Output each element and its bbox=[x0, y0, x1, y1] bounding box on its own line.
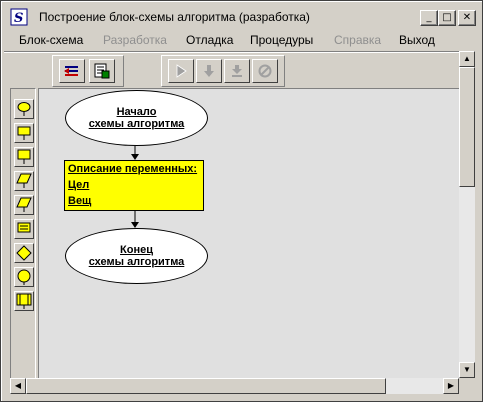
input-block-icon bbox=[17, 102, 31, 116]
palette-assignment-block[interactable] bbox=[14, 147, 34, 167]
start-block-line1: Начало bbox=[116, 106, 157, 118]
compile-icon bbox=[94, 63, 110, 79]
end-block-line2: схемы алгоритма bbox=[88, 256, 185, 268]
run-button[interactable] bbox=[168, 59, 194, 83]
step-over-button[interactable] bbox=[224, 59, 250, 83]
palette-io-block[interactable] bbox=[14, 171, 34, 191]
svg-text:S: S bbox=[14, 11, 23, 26]
horizontal-scroll-thumb[interactable] bbox=[26, 378, 386, 394]
run-icon bbox=[176, 64, 187, 78]
minimize-button[interactable]: _ bbox=[420, 10, 438, 26]
maximize-button[interactable]: □ bbox=[438, 10, 456, 26]
variables-title: Описание переменных: bbox=[68, 163, 198, 175]
menu-bar: Блок-схема Разработка Отладка Процедуры … bbox=[4, 29, 479, 51]
app-icon: S bbox=[10, 8, 28, 26]
step-over-icon bbox=[232, 65, 242, 77]
assignment-block-icon bbox=[17, 149, 31, 164]
palette-output-block[interactable] bbox=[14, 123, 34, 143]
variables-button[interactable] bbox=[59, 59, 85, 83]
block-palette bbox=[10, 88, 36, 380]
loop-block-icon bbox=[17, 269, 31, 285]
stop-icon bbox=[258, 64, 272, 78]
data-parallelogram-icon bbox=[16, 197, 32, 212]
variables-real: Вещ bbox=[68, 195, 92, 207]
start-block-line2: схемы алгоритма bbox=[88, 118, 185, 130]
step-into-icon bbox=[204, 65, 214, 77]
menu-development[interactable]: Разработка bbox=[103, 33, 167, 47]
title-bar[interactable]: S Построение блок-схемы алгоритма (разра… bbox=[4, 4, 479, 26]
toolbar-group-debug bbox=[161, 55, 285, 87]
vertical-scrollbar[interactable]: ▲ ▼ bbox=[459, 51, 475, 378]
menu-debug[interactable]: Отладка bbox=[186, 33, 233, 47]
palette-process-block[interactable] bbox=[14, 219, 34, 239]
variables-block[interactable]: Описание переменных: Цел Вещ bbox=[64, 160, 204, 211]
start-block[interactable]: Начало схемы алгоритма bbox=[65, 90, 208, 146]
decision-block-icon bbox=[16, 245, 32, 261]
palette-subroutine-block[interactable] bbox=[14, 291, 34, 311]
menu-flowchart[interactable]: Блок-схема bbox=[19, 33, 83, 47]
menu-procedures[interactable]: Процедуры bbox=[250, 33, 313, 47]
scroll-down-button[interactable]: ▼ bbox=[459, 362, 475, 378]
end-block[interactable]: Конец схемы алгоритма bbox=[65, 228, 208, 284]
menu-help[interactable]: Справка bbox=[334, 33, 381, 47]
step-into-button[interactable] bbox=[196, 59, 222, 83]
process-block-icon bbox=[17, 222, 31, 233]
subroutine-block-icon bbox=[16, 293, 32, 309]
variables-icon bbox=[64, 66, 78, 76]
toolbar-separator bbox=[4, 51, 459, 53]
variables-int: Цел bbox=[68, 179, 90, 191]
horizontal-scrollbar[interactable]: ◀ ▶ bbox=[10, 378, 459, 394]
compile-button[interactable] bbox=[89, 59, 115, 83]
flowchart-canvas[interactable]: Начало схемы алгоритма Описание переменн… bbox=[38, 88, 459, 379]
palette-data-block[interactable] bbox=[14, 195, 34, 215]
scroll-corner bbox=[459, 378, 475, 394]
palette-decision-block[interactable] bbox=[14, 243, 34, 263]
scroll-left-button[interactable]: ◀ bbox=[10, 378, 26, 394]
scroll-up-button[interactable]: ▲ bbox=[459, 51, 475, 67]
app-window: S Построение блок-схемы алгоритма (разра… bbox=[0, 0, 483, 402]
menu-exit[interactable]: Выход bbox=[399, 33, 435, 47]
output-block-icon bbox=[17, 126, 31, 140]
close-button[interactable]: ✕ bbox=[458, 10, 476, 26]
palette-loop-block[interactable] bbox=[14, 267, 34, 287]
stop-button[interactable] bbox=[252, 59, 278, 83]
toolbar-group-edit bbox=[52, 55, 124, 87]
vertical-scroll-thumb[interactable] bbox=[459, 67, 475, 187]
window-title: Построение блок-схемы алгоритма (разрабо… bbox=[39, 10, 310, 24]
palette-input-block[interactable] bbox=[14, 99, 34, 119]
end-block-line1: Конец bbox=[120, 244, 153, 256]
scroll-right-button[interactable]: ▶ bbox=[443, 378, 459, 394]
io-parallelogram-icon bbox=[16, 173, 32, 188]
